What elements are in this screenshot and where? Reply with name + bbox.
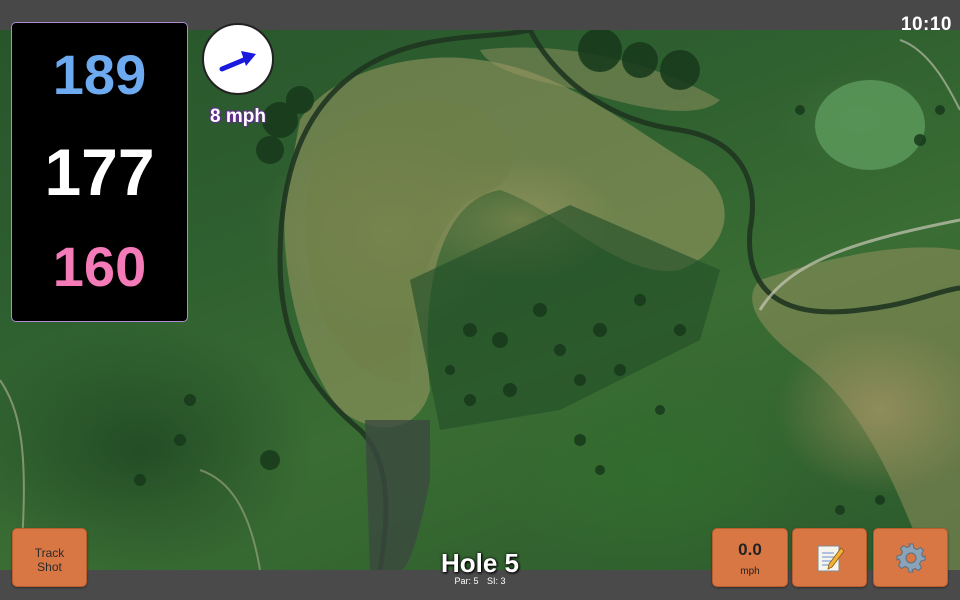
wind-direction-arrow-icon [219, 51, 256, 72]
track-shot-label: Track Shot [34, 546, 65, 574]
clock: 10:10 [900, 14, 952, 35]
wind-direction-dial [202, 23, 274, 95]
settings-button[interactable] [873, 528, 948, 587]
distance-panel: 189 177 160 [11, 22, 188, 322]
speed-value: 0.0 [738, 540, 762, 559]
middle-distance: 177 [44, 135, 155, 209]
wind-speed: 8 mph [210, 106, 266, 127]
notepad-icon [817, 545, 845, 571]
speed-button[interactable]: 0.0 mph [712, 528, 788, 587]
front-distance: 160 [52, 235, 147, 298]
hole-meta: Par: 5 SI: 3 [380, 576, 580, 586]
notes-button[interactable] [792, 528, 867, 587]
back-distance: 189 [52, 43, 147, 106]
hole-title: Hole 5 [440, 548, 520, 578]
gear-icon [896, 543, 925, 572]
speed-unit: mph [740, 566, 760, 577]
hole-stroke-index: SI: 3 [487, 576, 506, 586]
track-shot-button[interactable]: Track Shot [12, 528, 87, 587]
hole-par: Par: 5 [454, 576, 479, 586]
